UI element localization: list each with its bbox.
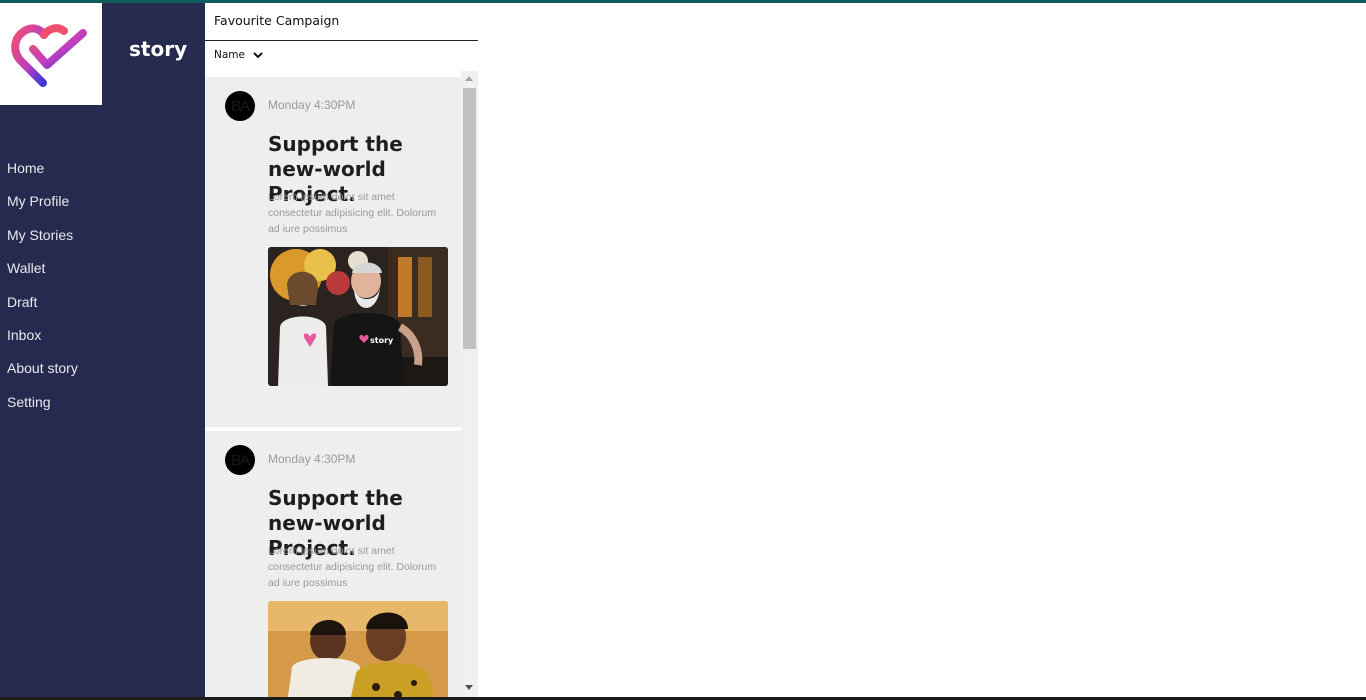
sidebar-nav: Home My Profile My Stories Wallet Draft … <box>7 158 78 425</box>
nav-item-home[interactable]: Home <box>7 158 78 191</box>
panel-divider <box>205 40 478 41</box>
nav-item-about-story[interactable]: About story <box>7 358 78 391</box>
scrollbar-thumb[interactable] <box>463 88 476 349</box>
post-time: Monday 4:30PM <box>268 98 356 112</box>
panel-title: Favourite Campaign <box>214 13 340 28</box>
sort-select[interactable]: Name <box>214 49 263 61</box>
nav-item-draft[interactable]: Draft <box>7 292 78 325</box>
campaign-description: Lorem ipsum dolor sit amet consectetur a… <box>268 191 437 235</box>
sort-select-value: Name <box>214 49 245 61</box>
campaign-feed: BA Monday 4:30PM Support the new-world P… <box>205 74 461 697</box>
people-photo-image: story <box>268 247 448 386</box>
post-time: Monday 4:30PM <box>268 452 356 466</box>
campaign-description: Lorem ipsum dolor sit amet consectetur a… <box>268 545 437 589</box>
chevron-down-icon <box>253 51 263 58</box>
nav-item-my-stories[interactable]: My Stories <box>7 225 78 258</box>
family-photo-image <box>268 601 448 697</box>
campaign-photo[interactable]: story <box>268 247 448 386</box>
nav-item-my-profile[interactable]: My Profile <box>7 191 78 224</box>
logo[interactable] <box>0 3 102 105</box>
nav-item-inbox[interactable]: Inbox <box>7 325 78 358</box>
campaign-card[interactable]: BA Monday 4:30PM Support the new-world P… <box>205 431 461 697</box>
brand-name: story <box>129 37 188 61</box>
feed-scrollbar[interactable] <box>461 71 478 697</box>
nav-item-wallet[interactable]: Wallet <box>7 258 78 291</box>
nav-item-setting[interactable]: Setting <box>7 392 78 425</box>
heart-check-logo-icon <box>11 24 87 87</box>
campaign-card[interactable]: BA Monday 4:30PM Support the new-world P… <box>205 77 461 427</box>
favourite-campaign-panel: Favourite Campaign Name BA Monday 4:30PM… <box>205 3 478 697</box>
sidebar: story Home My Profile My Stories Wallet … <box>0 3 205 697</box>
avatar[interactable]: BA <box>225 445 255 475</box>
avatar[interactable]: BA <box>225 91 255 121</box>
scroll-down-arrow-icon[interactable] <box>465 685 473 690</box>
campaign-photo[interactable] <box>268 601 448 697</box>
shirt-brand-text: story <box>370 336 394 345</box>
scroll-up-arrow-icon[interactable] <box>465 76 473 81</box>
